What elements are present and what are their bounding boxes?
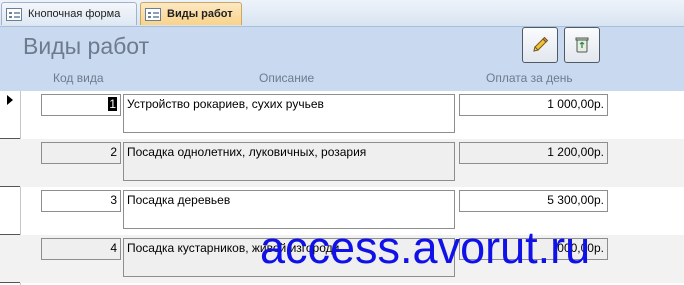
payment-field[interactable]: 5 300,00р. [459,190,608,212]
payment-field[interactable]: 1 200,00р. [459,142,608,164]
payment-field[interactable]: 1 000,00р. [459,94,608,116]
tab-label: Виды работ [167,8,233,20]
record-row: 2 Посадка однолетних, луковичных, розари… [0,139,684,187]
current-record-arrow-icon [7,95,13,105]
code-value: 1 [108,97,117,111]
tab-work-types[interactable]: Виды работ [140,2,242,25]
delete-button[interactable] [564,27,600,63]
tab-switchboard-form[interactable]: Кнопочная форма [1,2,137,25]
form-icon [6,7,22,21]
column-header-description: Описание [259,71,315,85]
document-tab-bar: Кнопочная форма Виды работ [0,0,684,27]
form-icon [145,7,161,21]
tab-label: Кнопочная форма [28,8,121,20]
code-field[interactable]: 1 [41,94,121,116]
record-selector[interactable] [0,235,20,283]
form-header: Виды работ Код вида Описание Оплата за д… [0,27,684,91]
column-header-code: Код вида [53,71,104,85]
code-field[interactable]: 3 [41,190,121,212]
edit-button[interactable] [522,27,558,63]
column-header-payment: Оплата за день [486,71,573,85]
trash-icon [575,37,589,53]
record-selector[interactable] [0,187,20,235]
description-field[interactable]: Устройство рокариев, сухих ручьев [123,94,455,133]
description-field[interactable]: Посадка однолетних, луковичных, розария [123,142,455,181]
code-field[interactable]: 4 [41,238,121,260]
record-selector[interactable] [0,91,20,139]
form-title: Виды работ [23,33,150,59]
pencil-icon [533,36,549,52]
watermark-text: access.avorut.ru [260,222,591,273]
record-row: 1 Устройство рокариев, сухих ручьев 1 00… [0,91,684,139]
code-field[interactable]: 2 [41,142,121,164]
record-selector[interactable] [0,139,20,187]
